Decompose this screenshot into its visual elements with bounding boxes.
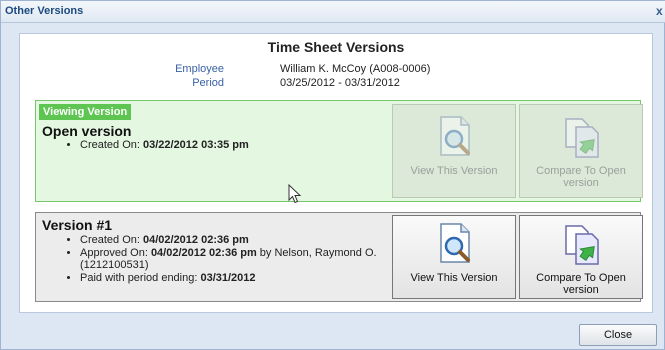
version-1-details: Created On: 04/02/2012 02:36 pm Approved…: [66, 234, 396, 284]
magnifier-document-icon: [440, 116, 470, 156]
compare-button-label: Compare To Open version: [536, 272, 626, 296]
version-1-title: Version #1: [42, 217, 113, 233]
period-value: 03/25/2012 - 03/31/2012: [280, 77, 400, 89]
created-on-item: Created On: 04/02/2012 02:36 pm: [80, 234, 396, 247]
paid-with-period-item: Paid with period ending: 03/31/2012: [80, 272, 396, 285]
view-button-label: View This Version: [410, 272, 498, 284]
view-button-label: View This Version: [410, 165, 498, 177]
close-icon[interactable]: x: [656, 4, 665, 18]
close-button[interactable]: Close: [579, 324, 657, 346]
compare-to-open-button[interactable]: Compare To Open version: [519, 104, 643, 198]
compare-button-label: Compare To Open version: [536, 165, 626, 189]
viewing-version-badge: Viewing Version: [39, 104, 132, 120]
view-this-version-button[interactable]: View This Version: [392, 215, 516, 299]
viewing-version-card: Viewing Version Open version Created On:…: [35, 100, 643, 204]
period-label: Period: [192, 77, 224, 89]
page-title: Time Sheet Versions: [267, 39, 405, 55]
compare-to-open-button[interactable]: Compare To Open version: [519, 215, 643, 299]
employee-value: William K. McCoy (A008-0006): [280, 63, 431, 75]
versions-panel: Time Sheet Versions Employee William K. …: [19, 33, 653, 313]
dialog-titlebar: Other Versions x: [1, 1, 665, 23]
created-on-item: Created On: 03/22/2012 03:35 pm: [80, 139, 396, 152]
compare-documents-icon: [565, 118, 599, 158]
other-versions-dialog: Other Versions x Time Sheet Versions Emp…: [0, 0, 665, 350]
dialog-title: Other Versions: [5, 5, 84, 17]
approved-on-item: Approved On: 04/02/2012 02:36 pm by Nels…: [80, 247, 396, 272]
viewing-version-details: Created On: 03/22/2012 03:35 pm: [66, 139, 396, 152]
version-1-card: Version #1 Created On: 04/02/2012 02:36 …: [35, 212, 643, 302]
compare-documents-icon: [565, 225, 599, 265]
magnifier-document-icon: [440, 223, 470, 263]
viewing-version-title: Open version: [42, 123, 132, 139]
employee-label: Employee: [175, 63, 224, 75]
mouse-pointer-icon: [288, 184, 302, 204]
view-this-version-button[interactable]: View This Version: [392, 104, 516, 198]
